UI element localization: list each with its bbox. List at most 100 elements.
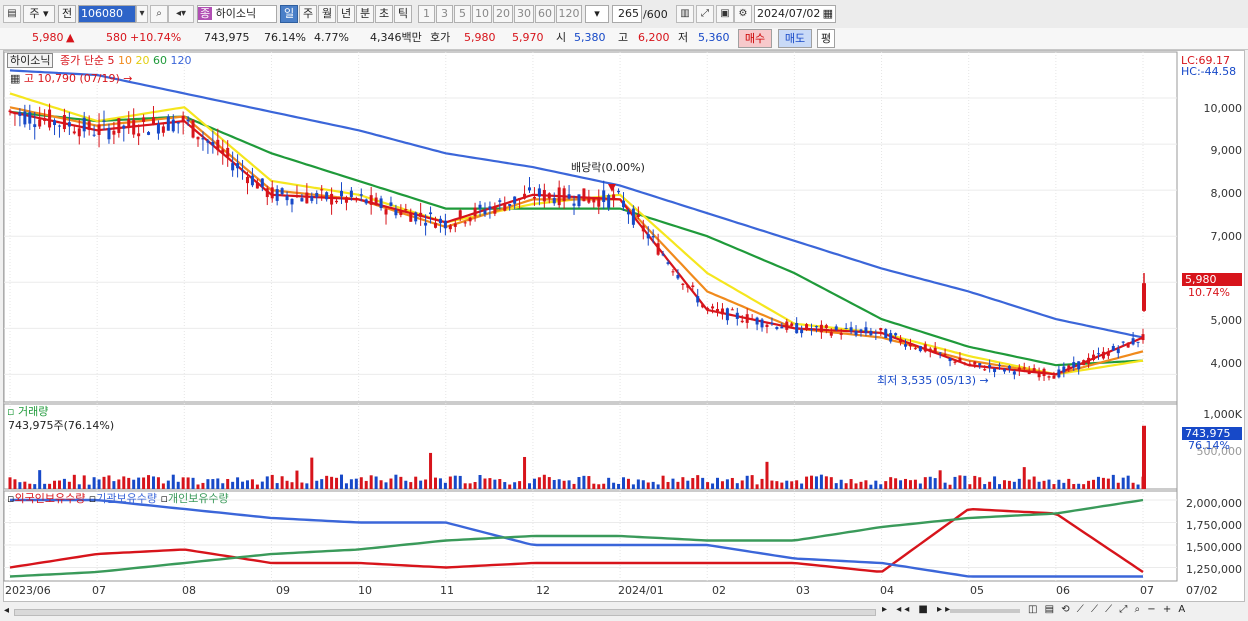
candle-body — [409, 213, 413, 222]
volume-bar — [226, 478, 230, 489]
volume-bar — [805, 476, 809, 489]
volume-bar — [859, 481, 863, 489]
volume-bar — [1027, 479, 1031, 489]
volume-bar — [364, 480, 368, 489]
candle-body — [810, 329, 814, 331]
volume-bar — [716, 477, 720, 489]
volume-bar — [1116, 482, 1120, 489]
candle-body — [161, 126, 165, 133]
candle-body — [1022, 367, 1026, 369]
candle-body — [686, 285, 690, 288]
volume-bar — [824, 476, 828, 489]
volume-bar — [399, 476, 403, 489]
volume-bar — [943, 482, 947, 489]
candle-body — [899, 338, 903, 343]
candle-body — [1017, 367, 1021, 371]
candle-body — [339, 190, 343, 197]
x-tick-4: 10 — [358, 584, 372, 597]
volume-bar — [107, 475, 111, 489]
volume-bar — [82, 475, 86, 489]
holding-line-2 — [9, 498, 1144, 578]
candle-body — [132, 120, 136, 135]
candle-body — [117, 118, 121, 134]
candle-body — [666, 262, 670, 264]
candle-body — [800, 329, 804, 334]
candle-body — [265, 188, 269, 198]
volume-bar — [532, 478, 536, 489]
candle-body — [1052, 375, 1056, 379]
volume-bar — [592, 483, 596, 489]
volume-bar — [661, 475, 665, 489]
candle-body — [241, 170, 245, 172]
horizontal-scrollbar[interactable] — [14, 609, 876, 616]
candle-body — [622, 200, 626, 208]
volume-bar — [260, 481, 264, 489]
x-tick-1: 07 — [92, 584, 106, 597]
volume-bar — [706, 482, 710, 489]
volume-bar — [236, 477, 240, 489]
volume-bar — [641, 480, 645, 489]
candle-body — [785, 321, 789, 330]
table-icon[interactable]: ▦ — [10, 72, 20, 85]
candle-body — [651, 236, 655, 238]
candle-body — [394, 209, 398, 216]
volume-bar — [196, 484, 200, 489]
scroll-left-icon[interactable]: ◂ — [4, 605, 9, 616]
candle-body — [53, 120, 57, 125]
volume-bar — [854, 483, 858, 489]
volume-bar — [305, 483, 309, 489]
candle-body — [147, 132, 151, 135]
volume-bar — [770, 480, 774, 489]
volume-bar — [1096, 476, 1100, 489]
candle-body — [107, 127, 111, 140]
candle-body — [656, 243, 660, 255]
candle-body — [884, 329, 888, 339]
price-frame — [3, 51, 1178, 403]
volume-bar — [255, 484, 259, 489]
bottom-tools[interactable]: ◫ ▤ ⟲ ⟋ ⟋ ⟋ ⤢ ⌕ − + A — [1028, 604, 1187, 615]
volume-bar — [775, 481, 779, 489]
y-tick-5000: 5,000 — [1210, 314, 1243, 327]
volume-bar — [290, 482, 294, 489]
volume-bar — [607, 477, 611, 489]
stock-title[interactable]: 하이소닉 — [7, 53, 54, 68]
playback-controls[interactable]: ▸ ◂◂ ■ ▸▸ — [882, 604, 953, 615]
candle-body — [290, 198, 294, 205]
candle-body — [834, 326, 838, 330]
volume-bar — [1042, 480, 1046, 489]
legend-institution: 기관보유수량 — [96, 492, 157, 505]
volume-bar — [433, 477, 437, 489]
volume-bar — [725, 479, 729, 489]
candle-body — [87, 121, 91, 130]
candle-body — [1082, 360, 1086, 366]
volume-bar — [13, 479, 17, 489]
volume-bar — [87, 484, 91, 489]
x-right-label: 07/02 — [1186, 584, 1218, 597]
candle-body — [1032, 368, 1036, 373]
candle-body — [730, 309, 734, 311]
candle-body — [508, 203, 512, 206]
zoom-slider[interactable] — [950, 609, 1020, 613]
candle-body — [389, 202, 393, 206]
candle-body — [626, 211, 630, 215]
low-note-text: 최저 3,535 (05/13) — [877, 374, 977, 387]
candle-body — [1126, 342, 1130, 348]
candle-body — [1027, 371, 1031, 375]
volume-bar — [1012, 481, 1016, 489]
candle-body — [315, 192, 319, 198]
candle-body — [310, 196, 314, 201]
candle-body — [513, 196, 517, 204]
volume-bar — [1092, 479, 1096, 489]
volume-bar — [602, 483, 606, 489]
volume-bar — [72, 474, 76, 489]
candle-body — [181, 115, 185, 123]
candle-body — [330, 193, 334, 205]
candle-body — [250, 175, 254, 186]
candle-body — [735, 312, 739, 319]
candle-body — [711, 306, 715, 309]
candle-body — [354, 198, 358, 200]
candle-body — [592, 198, 596, 203]
volume-bar — [443, 482, 447, 489]
candle-body — [1106, 351, 1110, 356]
candle-body — [829, 332, 833, 336]
